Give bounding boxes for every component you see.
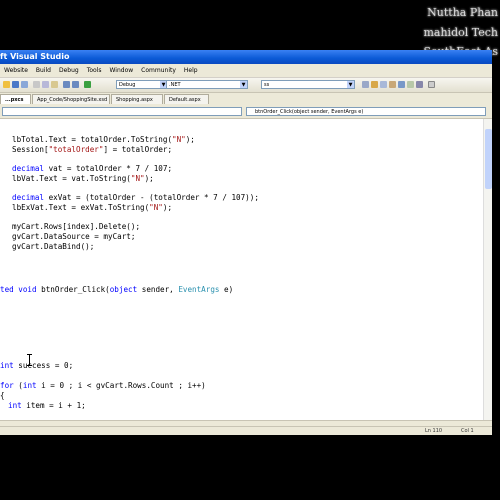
code-token: "N": [172, 135, 186, 144]
standard-toolbar: Debug ▼ .NET ▼ ss ▼: [0, 78, 492, 93]
code-token: decimal: [12, 193, 45, 202]
toolbar-options-icon[interactable]: [428, 81, 435, 88]
code-line: myCart.Rows[index].Delete();: [12, 222, 140, 232]
code-line: lbTotal.Text = totalOrder.ToString("N");: [12, 135, 195, 145]
object-browser-icon[interactable]: [389, 81, 396, 88]
code-token: lbTotal.Text = totalOrder.ToString(: [12, 135, 173, 144]
code-token: decimal: [12, 164, 45, 173]
status-column: Col 1: [461, 428, 474, 434]
window-title: ft Visual Studio: [0, 52, 70, 61]
menu-build[interactable]: Build: [32, 64, 55, 77]
toolbox-icon[interactable]: [398, 81, 405, 88]
code-token: e): [219, 285, 234, 294]
tab-code-behind[interactable]: ...pxcs: [0, 94, 31, 104]
solution-explorer-icon[interactable]: [371, 81, 378, 88]
code-line: Session["totalOrder"] = totalOrder;: [12, 145, 172, 155]
code-token: item = i + 1;: [21, 401, 86, 410]
status-bar: Ln 110 Col 1: [0, 426, 492, 435]
save-icon[interactable]: [12, 81, 19, 88]
menu-debug[interactable]: Debug: [55, 64, 83, 77]
code-token: "N": [130, 174, 145, 183]
menu-help[interactable]: Help: [180, 64, 202, 77]
code-token: lbVat.Text = vat.ToString(: [12, 174, 131, 183]
code-line: gvCart.DataSource = myCart;: [12, 232, 135, 242]
code-token: gvCart.DataSource = myCart;: [12, 232, 136, 241]
code-token: );: [162, 203, 173, 212]
code-token: ted void: [0, 285, 37, 294]
video-overlay-line-2: mahidol Tech: [423, 26, 498, 39]
code-token: i = 0 ; i < gvCart.Rows.Count ; i++): [36, 381, 206, 390]
code-line: decimal exVat = (totalOrder - (totalOrde…: [12, 193, 259, 203]
code-token: success = 0;: [13, 361, 74, 370]
code-line: lbVat.Text = vat.ToString("N");: [12, 174, 154, 184]
code-line: {: [0, 391, 5, 401]
code-token: {: [0, 391, 5, 400]
code-line: int item = i + 1;: [8, 401, 86, 411]
code-token: myCart.Rows[index].Delete();: [12, 222, 141, 231]
code-token: lbExVat.Text = exVat.ToString(: [12, 203, 150, 212]
document-outline-icon[interactable]: [416, 81, 423, 88]
code-line: for (int i = 0 ; i < gvCart.Rows.Count ;…: [0, 381, 206, 391]
code-token: ] = totalOrder;: [103, 145, 173, 154]
undo-icon[interactable]: [63, 81, 70, 88]
tab-default-aspx[interactable]: Default.aspx: [164, 94, 209, 104]
navigation-bar: btnOrder_Click(object sender, EventArgs …: [0, 105, 492, 119]
menu-window[interactable]: Window: [106, 64, 138, 77]
code-token: Session[: [12, 145, 49, 154]
code-token: vat = totalOrder * 7 / 107;: [44, 164, 173, 173]
copy-icon[interactable]: [42, 81, 49, 88]
start-debug-icon[interactable]: [84, 81, 91, 88]
code-token: (: [13, 381, 23, 390]
chevron-down-icon: ▼: [240, 81, 247, 88]
visual-studio-window: ft Visual Studio Website Build Debug Tools W…: [0, 50, 492, 435]
code-token: int: [22, 381, 37, 390]
menu-community[interactable]: Community: [137, 64, 180, 77]
class-select[interactable]: [2, 107, 242, 116]
find-in-files-icon[interactable]: [362, 81, 369, 88]
menu-bar: Website Build Debug Tools Window Community Hel…: [0, 64, 492, 78]
code-token: exVat = (totalOrder - (totalOrder * 7 / …: [44, 193, 259, 202]
code-line: lbExVat.Text = exVat.ToString("N");: [12, 203, 172, 213]
platform-select[interactable]: .NET ▼: [166, 80, 248, 89]
open-file-icon[interactable]: [3, 81, 10, 88]
code-line: int success = 0;: [0, 361, 73, 371]
code-line: gvCart.DataBind();: [12, 242, 94, 252]
code-token: int: [0, 361, 14, 370]
vertical-scrollbar[interactable]: [483, 119, 492, 420]
video-overlay-line-1: Nuttha Phan: [427, 6, 498, 19]
code-editor[interactable]: lbTotal.Text = totalOrder.ToString("N");…: [0, 119, 483, 420]
code-line: ted void btnOrder_Click(object sender, E…: [0, 285, 233, 295]
properties-icon[interactable]: [380, 81, 387, 88]
title-bar: ft Visual Studio: [0, 50, 492, 64]
tab-shopping-aspx[interactable]: Shopping.aspx: [111, 94, 163, 104]
code-token: "N": [149, 203, 163, 212]
tab-shopping-site-xsd[interactable]: App_Code/ShoppingSite.xsd: [32, 94, 110, 104]
menu-tools[interactable]: Tools: [83, 64, 106, 77]
scrollbar-thumb[interactable]: [485, 129, 492, 189]
code-token: );: [185, 135, 195, 144]
find-combo[interactable]: ss ▼: [261, 80, 355, 89]
save-all-icon[interactable]: [21, 81, 28, 88]
code-token: );: [144, 174, 154, 183]
start-page-icon[interactable]: [407, 81, 414, 88]
solution-config-select[interactable]: Debug ▼: [116, 80, 168, 89]
paste-icon[interactable]: [51, 81, 58, 88]
code-token: gvCart.DataBind();: [12, 242, 95, 251]
code-token: btnOrder_Click(: [36, 285, 110, 294]
member-select[interactable]: btnOrder_Click(object sender, EventArgs …: [246, 107, 486, 116]
code-token: sender,: [137, 285, 179, 294]
cut-icon[interactable]: [33, 81, 40, 88]
code-token: for: [0, 381, 14, 390]
code-line: decimal vat = totalOrder * 7 / 107;: [12, 164, 172, 174]
menu-website[interactable]: Website: [0, 64, 32, 77]
status-line: Ln 110: [425, 428, 443, 434]
code-token: "totalOrder": [48, 145, 104, 154]
chevron-down-icon: ▼: [347, 81, 354, 88]
redo-icon[interactable]: [72, 81, 79, 88]
code-token: object: [109, 285, 138, 294]
code-token: EventArgs: [178, 285, 220, 294]
code-token: int: [8, 401, 22, 410]
